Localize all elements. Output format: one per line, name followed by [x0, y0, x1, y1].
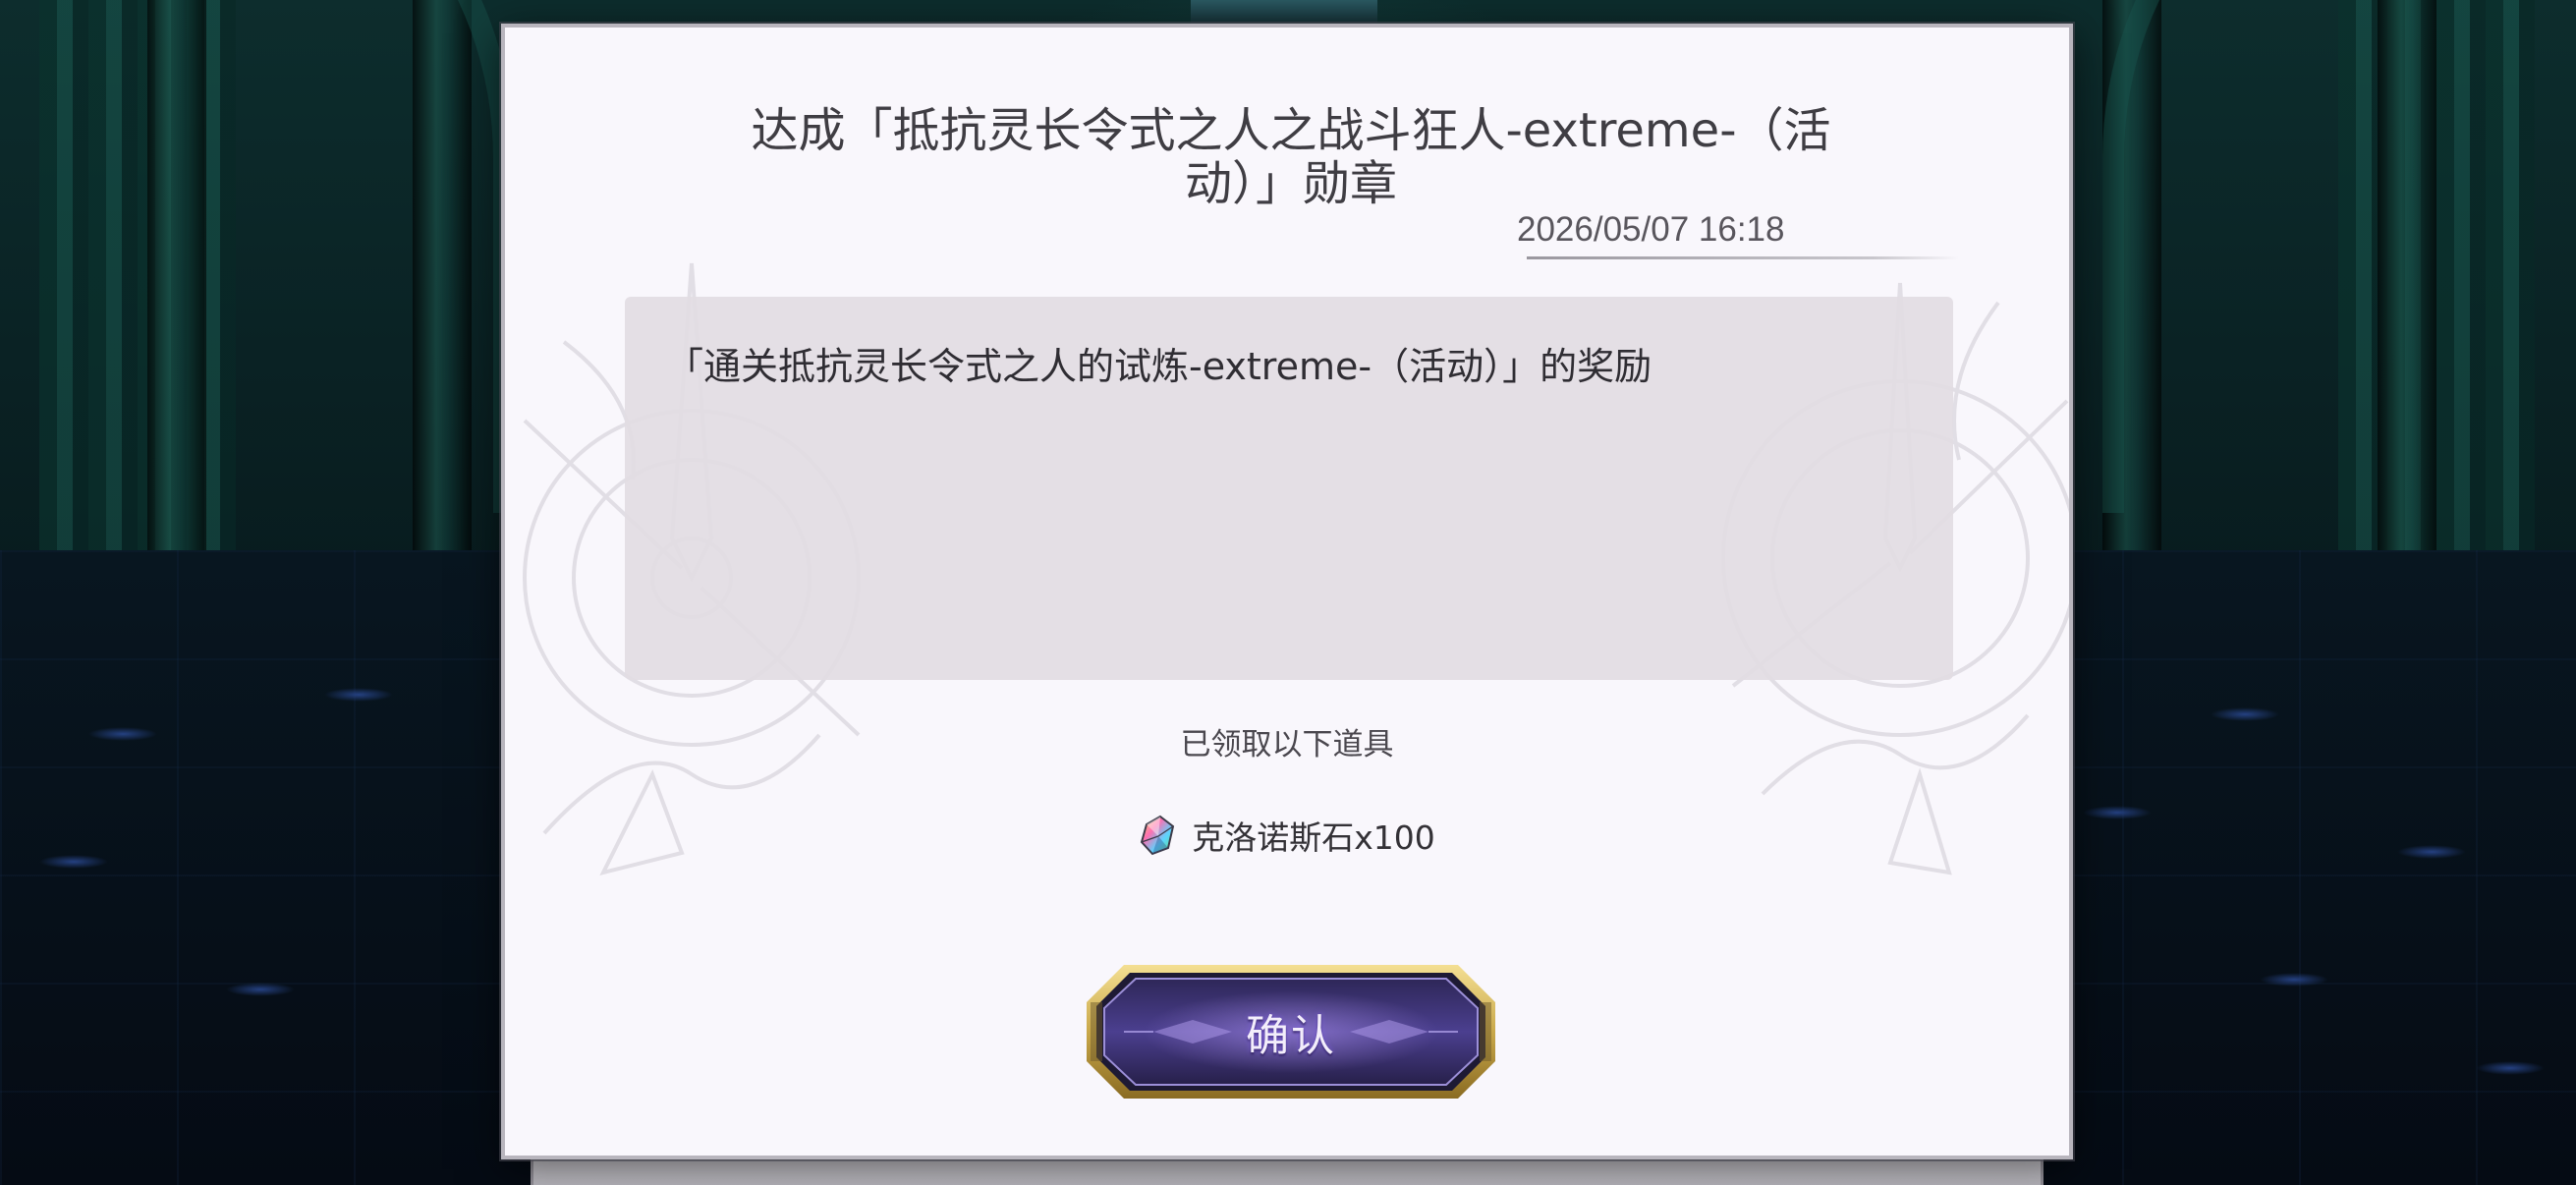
received-items-label: 已领取以下道具: [1180, 727, 1394, 762]
medal-achievement-dialog: 达成「抵抗灵长令式之人之战斗狂人-extreme-（活动）」勋章 2026/05…: [501, 24, 2073, 1159]
reward-item: 克洛诺斯石x100: [505, 812, 2069, 859]
dialog-title: 达成「抵抗灵长令式之人之战斗狂人-extreme-（活动）」勋章: [751, 103, 1831, 211]
confirm-button-label: 确认: [1246, 1011, 1336, 1061]
description-text: 「通关抵抗灵长令式之人的试炼-extreme-（活动）」的奖励: [666, 345, 1652, 388]
floor-light: [226, 983, 295, 996]
floor-light: [39, 855, 108, 869]
timestamp-divider: [1527, 256, 1959, 259]
floor-light: [2083, 806, 2152, 819]
floor-light: [2260, 973, 2328, 987]
chronos-stone-icon: [1141, 815, 1175, 856]
background-top-ornament: [1191, 0, 1377, 24]
floor-light: [2211, 707, 2279, 721]
reward-item-label: 克洛诺斯石x100: [1192, 818, 1435, 857]
floor-light: [88, 727, 157, 741]
background-arch-left: [0, 0, 515, 513]
description-box: 「通关抵抗灵长令式之人的试炼-extreme-（活动）」的奖励: [625, 297, 1953, 680]
floor-light: [2476, 1061, 2545, 1075]
floor-light: [324, 688, 393, 702]
achievement-timestamp: 2026/05/07 16:18: [1517, 210, 1785, 249]
game-scene: 达成「抵抗灵长令式之人之战斗狂人-extreme-（活动）」勋章 2026/05…: [0, 0, 2576, 1185]
background-arch-right: [2102, 0, 2576, 513]
dialog-base-panel: [531, 1157, 2044, 1185]
confirm-button[interactable]: 确认: [1085, 963, 1497, 1100]
floor-light: [2397, 845, 2466, 859]
